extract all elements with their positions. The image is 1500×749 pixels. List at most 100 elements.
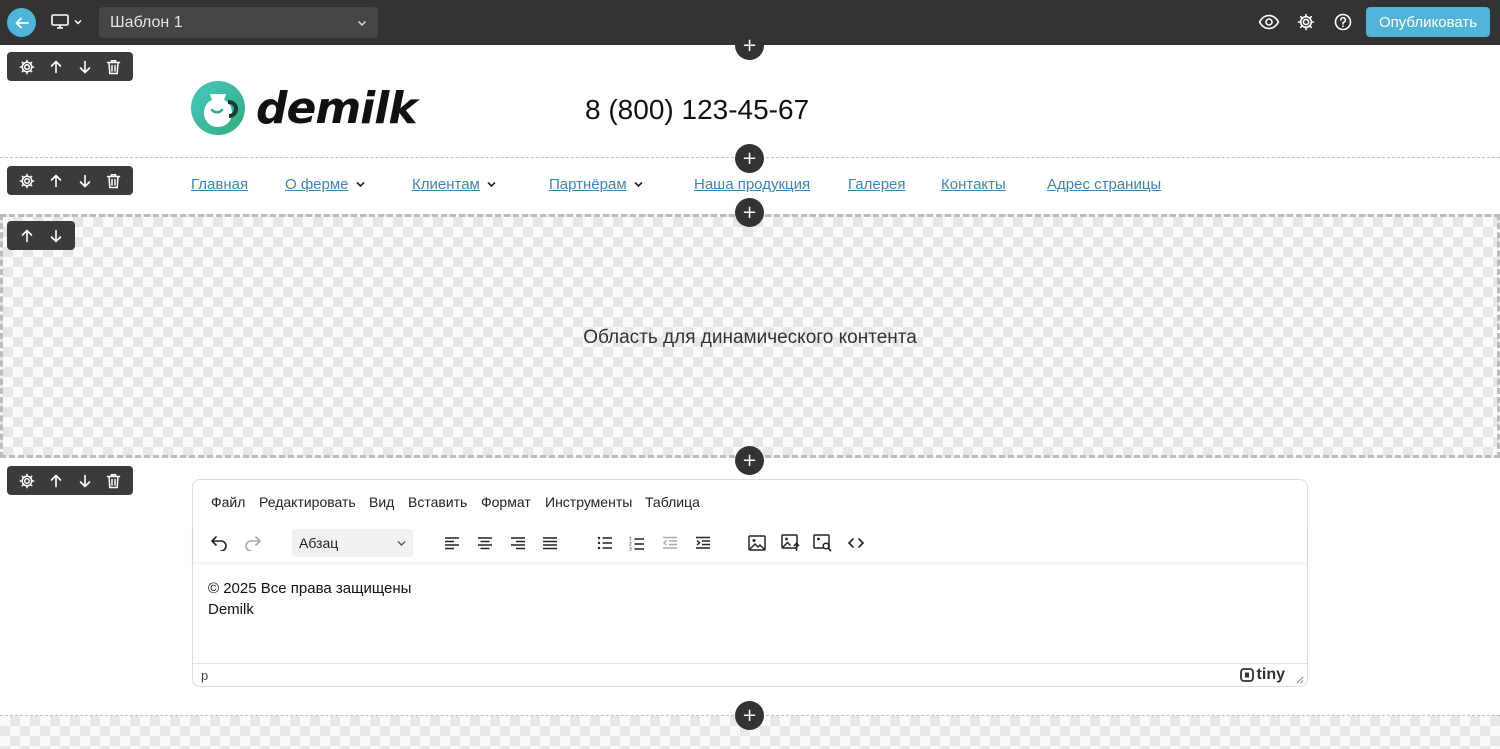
- align-justify-button[interactable]: [537, 530, 563, 556]
- menu-item-about-farm[interactable]: О ферме: [285, 176, 366, 193]
- settings-button[interactable]: [1295, 11, 1317, 33]
- menu-item-clients[interactable]: Клиентам: [412, 176, 497, 193]
- menu-item-label: Наша продукция: [694, 176, 811, 193]
- trash-icon: [106, 59, 121, 74]
- template-select-value: Шаблон 1: [110, 13, 183, 31]
- editor-menu-edit[interactable]: Редактировать: [259, 494, 356, 510]
- menu-item-products[interactable]: Наша продукция: [694, 176, 810, 193]
- editor-menu-view[interactable]: Вид: [369, 494, 394, 510]
- publish-button[interactable]: Опубликовать: [1366, 7, 1490, 37]
- milk-jug-logo-icon: [191, 81, 245, 135]
- align-right-button[interactable]: [505, 530, 531, 556]
- undo-button[interactable]: [206, 530, 232, 556]
- element-path[interactable]: p: [201, 668, 208, 683]
- add-block-button[interactable]: +: [735, 446, 764, 475]
- editor-menu-file[interactable]: Файл: [211, 494, 245, 510]
- arrow-up-icon: [50, 173, 61, 187]
- resize-handle-icon[interactable]: [1295, 675, 1304, 684]
- editor-content-line: © 2025 Все права защищены: [208, 580, 412, 597]
- menu-item-home[interactable]: Главная: [191, 176, 248, 193]
- image-upload-icon: [781, 534, 800, 551]
- chevron-down-icon: [397, 540, 406, 546]
- arrow-up-icon: [50, 59, 61, 73]
- block-delete-button[interactable]: [99, 466, 128, 495]
- block-delete-button[interactable]: [99, 166, 128, 195]
- menu-item-label: Главная: [191, 176, 249, 193]
- chevron-down-icon: [487, 181, 496, 188]
- dynamic-content-area: Область для динамического контента: [0, 214, 1500, 458]
- menu-item-contacts[interactable]: Контакты: [941, 176, 1006, 193]
- align-center-icon: [478, 537, 492, 550]
- block-move-down-button[interactable]: [70, 52, 99, 81]
- indent-button[interactable]: [690, 530, 716, 556]
- editor-menu-insert[interactable]: Вставить: [408, 494, 467, 510]
- editor-toolbar: Абзац 123: [193, 524, 1307, 562]
- arrow-down-icon: [79, 474, 90, 488]
- outdent-button[interactable]: [657, 530, 683, 556]
- upload-image-button[interactable]: [778, 530, 804, 556]
- add-block-button[interactable]: +: [735, 144, 764, 173]
- tiny-logo-icon: [1239, 668, 1254, 682]
- help-button[interactable]: [1332, 11, 1354, 33]
- menu-item-label: Галерея: [848, 176, 906, 193]
- block-move-up-button[interactable]: [41, 52, 70, 81]
- block-move-down-button[interactable]: [70, 466, 99, 495]
- chevron-down-icon: [74, 19, 82, 25]
- block-move-up-button[interactable]: [12, 221, 41, 250]
- align-left-button[interactable]: [439, 530, 465, 556]
- menu-item-page-address[interactable]: Адрес страницы: [1047, 176, 1161, 193]
- tiny-brand[interactable]: tiny: [1239, 666, 1285, 684]
- editor-content[interactable]: © 2025 Все права защищены Demilk: [208, 578, 411, 620]
- redo-button[interactable]: [240, 530, 266, 556]
- preview-button[interactable]: [1258, 11, 1280, 33]
- chevron-down-icon: [634, 181, 643, 188]
- desktop-icon: [51, 14, 69, 29]
- block-format-select[interactable]: Абзац: [292, 529, 413, 557]
- eye-icon: [1258, 14, 1280, 30]
- block-settings-button[interactable]: [12, 466, 41, 495]
- align-center-button[interactable]: [472, 530, 498, 556]
- outdent-icon: [662, 536, 677, 549]
- image-search-button[interactable]: [810, 530, 836, 556]
- add-block-button[interactable]: +: [735, 198, 764, 227]
- align-right-icon: [511, 537, 525, 550]
- numbered-list-icon: 123: [629, 536, 644, 551]
- add-block-button[interactable]: +: [735, 31, 764, 60]
- redo-icon: [245, 536, 262, 551]
- block-toolbar-dynamic: [7, 221, 75, 250]
- block-delete-button[interactable]: [99, 52, 128, 81]
- menu-item-label: Клиентам: [412, 176, 480, 193]
- numbered-list-button[interactable]: 123: [624, 530, 650, 556]
- editor-menu-tools[interactable]: Инструменты: [545, 494, 632, 510]
- block-toolbar-menu: [7, 166, 133, 195]
- bullet-list-button[interactable]: [592, 530, 618, 556]
- block-settings-button[interactable]: [12, 166, 41, 195]
- menu-item-label: Адрес страницы: [1047, 176, 1162, 193]
- device-switcher[interactable]: [50, 11, 86, 33]
- menu-item-gallery[interactable]: Галерея: [848, 176, 906, 193]
- editor-menu-table[interactable]: Таблица: [645, 494, 700, 510]
- editor-menu-format[interactable]: Формат: [481, 494, 531, 510]
- trash-icon: [106, 473, 121, 488]
- help-icon: [1334, 13, 1352, 31]
- bullet-list-icon: [597, 536, 612, 550]
- block-move-up-button[interactable]: [41, 166, 70, 195]
- gear-icon: [19, 59, 34, 74]
- menu-item-partners[interactable]: Партнёрам: [549, 176, 644, 193]
- image-icon: [748, 535, 766, 551]
- block-settings-button[interactable]: [12, 52, 41, 81]
- block-move-down-button[interactable]: [41, 221, 70, 250]
- arrow-down-icon: [79, 60, 90, 74]
- insert-image-button[interactable]: [744, 530, 770, 556]
- block-move-down-button[interactable]: [70, 166, 99, 195]
- add-block-button[interactable]: +: [735, 701, 764, 730]
- back-button[interactable]: [7, 8, 36, 37]
- align-justify-icon: [543, 537, 557, 550]
- undo-icon: [210, 536, 227, 551]
- block-move-up-button[interactable]: [41, 466, 70, 495]
- template-select[interactable]: Шаблон 1: [99, 7, 378, 38]
- align-left-icon: [445, 537, 459, 550]
- logo-text: demilk: [256, 82, 418, 134]
- source-code-button[interactable]: [843, 530, 869, 556]
- image-search-icon: [813, 534, 832, 552]
